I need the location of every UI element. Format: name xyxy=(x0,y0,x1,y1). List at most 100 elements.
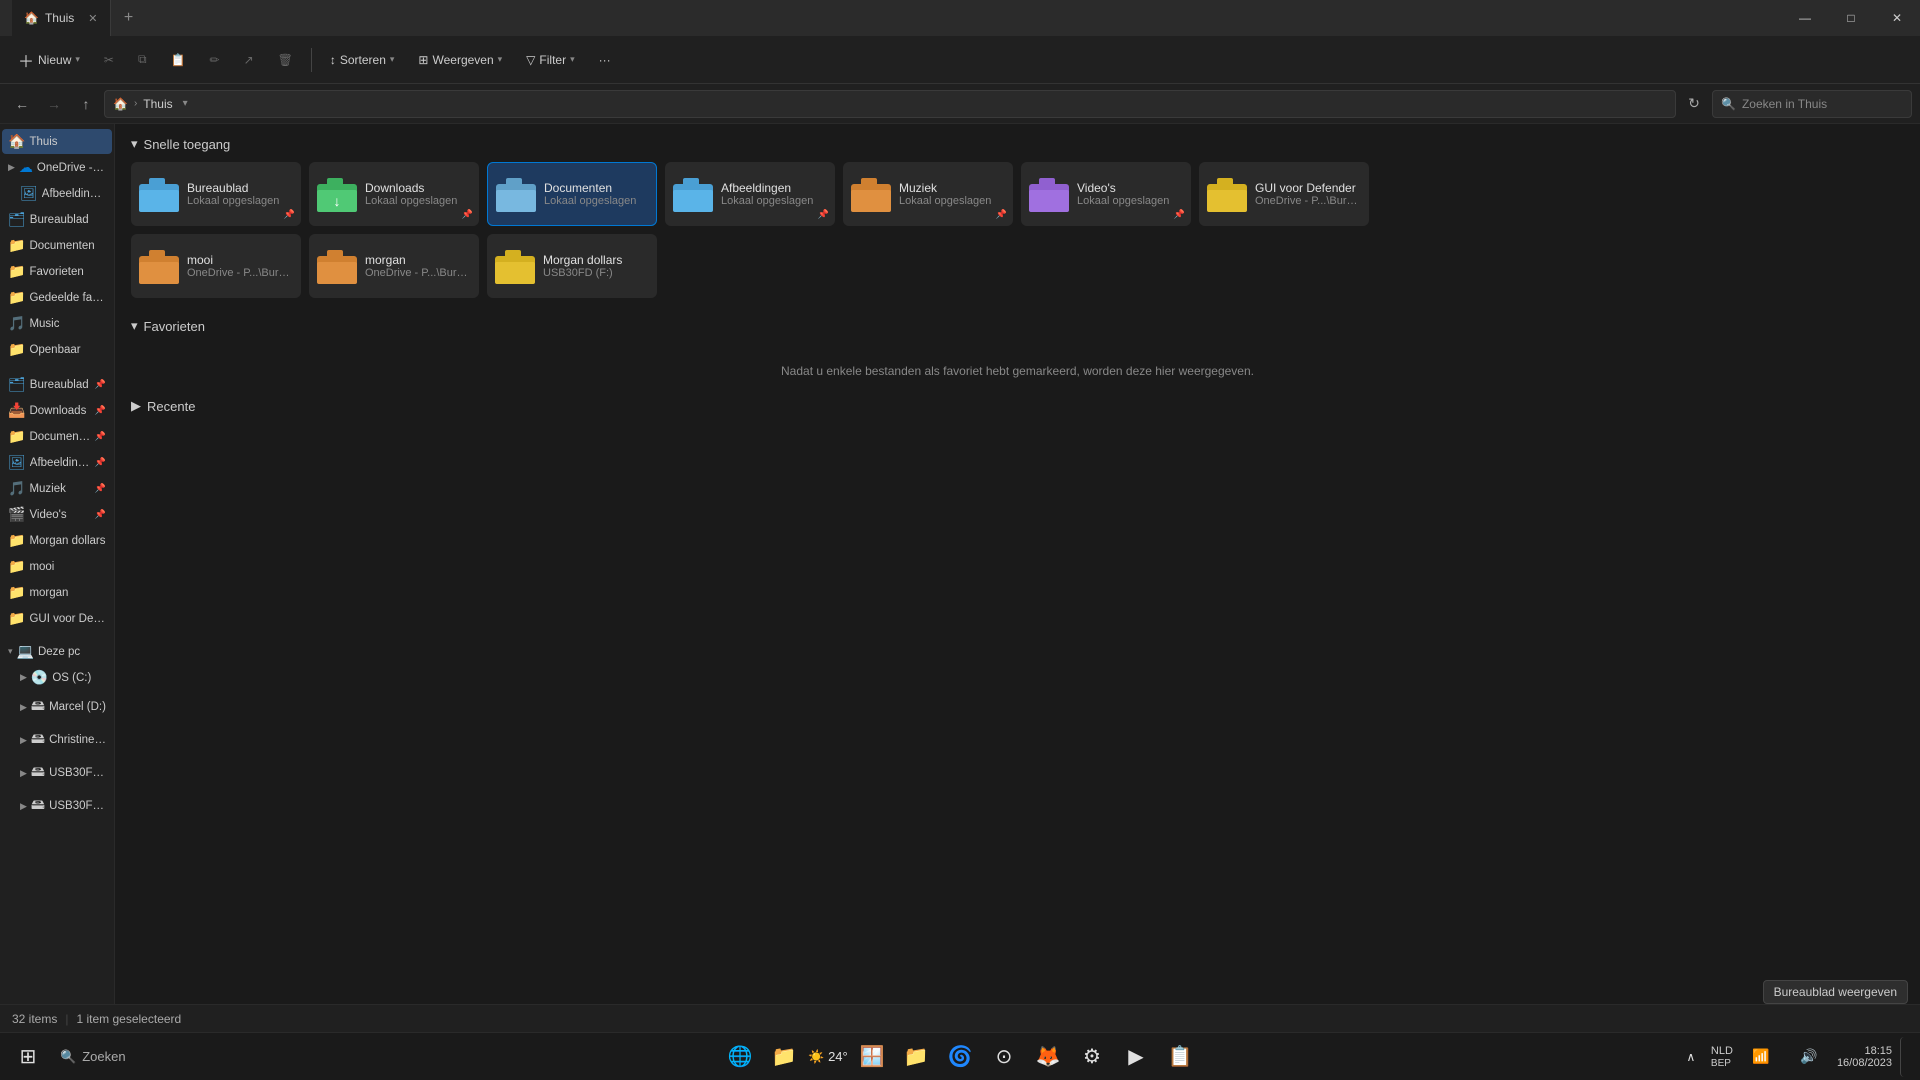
folder-icon: 🗂 xyxy=(8,211,26,228)
sidebar-item-documenten-main[interactable]: 📁 Documenten xyxy=(2,233,112,258)
rename-button[interactable]: ✏ xyxy=(200,49,230,71)
folder-tile-mooi[interactable]: mooi OneDrive - P...\Bureaublad xyxy=(131,234,301,298)
folder-tile-morgan[interactable]: morgan OneDrive - P...\Bureaublad xyxy=(309,234,479,298)
folder-tile-afbeeldingen[interactable]: Afbeeldingen Lokaal opgeslagen 📌 xyxy=(665,162,835,226)
taskbar-app-chrome[interactable]: ⊙ xyxy=(984,1037,1024,1077)
sidebar-item-muziek-qa[interactable]: 🎵 Muziek 📌 xyxy=(2,476,112,501)
folder-tile-videos[interactable]: Video's Lokaal opgeslagen 📌 xyxy=(1021,162,1191,226)
sidebar-item-videos-qa[interactable]: 🎬 Video's 📌 xyxy=(2,502,112,527)
address-chevron-icon: ▾ xyxy=(183,98,188,109)
paste-button[interactable]: 📋 xyxy=(161,49,196,71)
folder-icon: 📁 xyxy=(8,428,25,445)
tab-close-icon[interactable]: ✕ xyxy=(88,12,97,25)
status-separator: | xyxy=(65,1012,68,1026)
sidebar-item-documenten-qa[interactable]: 📁 Documenten 📌 xyxy=(2,424,112,449)
search-box[interactable]: 🔍 Zoeken in Thuis xyxy=(1712,90,1912,118)
folder-info-gui: GUI voor Defender OneDrive - P...\Bureau… xyxy=(1255,181,1361,207)
taskbar-app-5[interactable]: ▶ xyxy=(1116,1037,1156,1077)
sidebar-item-bureaublad-main[interactable]: 🗂 Bureaublad xyxy=(2,207,112,232)
section-header-snelle-toegang[interactable]: ▾ Snelle toegang xyxy=(131,136,1904,152)
folder-tile-gui[interactable]: GUI voor Defender OneDrive - P...\Bureau… xyxy=(1199,162,1369,226)
start-button[interactable]: ⊞ xyxy=(8,1037,48,1077)
sidebar-item-music[interactable]: 🎵 Music xyxy=(2,311,112,336)
sort-icon: ↕ xyxy=(330,53,336,67)
taskbar-app-2[interactable]: 📁 xyxy=(764,1037,804,1077)
back-button[interactable]: ← xyxy=(8,90,36,118)
folder-icon: 🖼 xyxy=(8,454,26,471)
language-indicator: NLD BEP xyxy=(1711,1045,1733,1069)
sidebar-item-favorieten[interactable]: 📁 Favorieten xyxy=(2,259,112,284)
sidebar-item-downloads-qa[interactable]: 📥 Downloads 📌 xyxy=(2,398,112,423)
tab-thuis[interactable]: 🏠 Thuis ✕ xyxy=(12,0,111,36)
folder-info-morgan: morgan OneDrive - P...\Bureaublad xyxy=(365,253,471,279)
sidebar-item-openbaar[interactable]: 📁 Openbaar xyxy=(2,337,112,362)
folder-name: Video's xyxy=(1077,181,1183,195)
sidebar-item-morgandollars-qa[interactable]: 📁 Morgan dollars xyxy=(2,528,112,553)
taskbar-app-3[interactable]: 🪟 xyxy=(852,1037,892,1077)
cut-button[interactable]: ✂ xyxy=(94,49,124,71)
folder-icon: 🎬 xyxy=(8,506,25,523)
section-header-favorieten[interactable]: ▾ Favorieten xyxy=(131,318,1904,334)
volume-icon[interactable]: 🔊 xyxy=(1789,1037,1829,1077)
up-button[interactable]: ↑ xyxy=(72,90,100,118)
folder-tile-downloads[interactable]: ↓ Downloads Lokaal opgeslagen 📌 xyxy=(309,162,479,226)
sidebar-item-usb1[interactable]: ▶ 🖴 USB30FD (F:) xyxy=(2,757,112,789)
folder-info-downloads: Downloads Lokaal opgeslagen xyxy=(365,181,471,207)
sidebar-item-deze-pc[interactable]: ▾ 💻 Deze pc xyxy=(2,639,112,664)
folder-name: GUI voor Defender xyxy=(1255,181,1361,195)
taskbar-app-weather[interactable]: ☀️ 24° xyxy=(808,1037,848,1077)
chevron-up-icon[interactable]: ∧ xyxy=(1679,1037,1703,1077)
maximize-button[interactable]: □ xyxy=(1828,0,1874,36)
more-button[interactable]: ··· xyxy=(589,49,621,71)
search-button[interactable]: 🔍 Zoeken xyxy=(52,1037,172,1077)
sidebar-item-marcel[interactable]: ▶ 🖴 Marcel (D:) xyxy=(2,691,112,723)
minimize-button[interactable]: — xyxy=(1782,0,1828,36)
pin-icon: 📌 xyxy=(95,457,106,468)
sidebar-item-bureaublad-qa[interactable]: 🗂 Bureaublad 📌 xyxy=(2,372,112,397)
taskbar-app-1[interactable]: 🌐 xyxy=(720,1037,760,1077)
sidebar-item-gui-qa[interactable]: 📁 GUI voor Defenc... xyxy=(2,606,112,631)
sidebar-item-gedeelde[interactable]: 📁 Gedeelde favo... xyxy=(2,285,112,310)
folder-icon: 📁 xyxy=(8,558,25,575)
taskbar-app-firefox[interactable]: 🦊 xyxy=(1028,1037,1068,1077)
sidebar-item-morgan-qa[interactable]: 📁 morgan xyxy=(2,580,112,605)
view-button[interactable]: ⊞ Weergeven ▾ xyxy=(408,49,512,71)
filter-button[interactable]: ▽ Filter ▾ xyxy=(516,49,584,71)
section-header-recente[interactable]: ▶ Recente xyxy=(131,398,1904,414)
folder-tile-bureaublad[interactable]: Bureaublad Lokaal opgeslagen 📌 xyxy=(131,162,301,226)
folder-sub: USB30FD (F:) xyxy=(543,267,649,279)
address-bar[interactable]: 🏠 › Thuis ▾ xyxy=(104,90,1676,118)
sidebar-item-onedrive[interactable]: ▶ ☁ OneDrive - Pers... xyxy=(2,155,112,180)
date-display: 16/08/2023 xyxy=(1837,1057,1892,1069)
sidebar-item-osc[interactable]: ▶ 💿 OS (C:) xyxy=(2,665,112,690)
sort-button[interactable]: ↕ Sorteren ▾ xyxy=(320,49,405,71)
folder-tile-muziek[interactable]: Muziek Lokaal opgeslagen 📌 xyxy=(843,162,1013,226)
share-button[interactable]: ↗ xyxy=(234,49,264,71)
new-button[interactable]: ＋ Nieuw ▾ xyxy=(8,44,90,76)
sidebar-item-christine[interactable]: ▶ 🖴 Christine (E:) xyxy=(2,724,112,756)
content-area: ▾ Snelle toegang Bureaublad Lokaal opges… xyxy=(115,124,1920,1004)
toolbar: ＋ Nieuw ▾ ✂ ⧉ 📋 ✏ ↗ 🗑 ↕ Sorteren ▾ ⊞ Wee… xyxy=(0,36,1920,84)
folder-tile-morgan-dollars[interactable]: Morgan dollars USB30FD (F:) xyxy=(487,234,657,298)
taskbar-app-4[interactable]: 📁 xyxy=(896,1037,936,1077)
copy-button[interactable]: ⧉ xyxy=(128,48,157,71)
delete-button[interactable]: 🗑 xyxy=(268,49,303,71)
sidebar-item-afbeeldingen[interactable]: 🖼 Afbeeldingen xyxy=(2,181,112,206)
add-tab-button[interactable]: + xyxy=(111,0,147,36)
sidebar-item-usb2[interactable]: ▶ 🖴 USB30FD (F:) xyxy=(2,790,112,822)
forward-button[interactable]: → xyxy=(40,90,68,118)
sidebar-item-mooi-qa[interactable]: 📁 mooi xyxy=(2,554,112,579)
close-button[interactable]: ✕ xyxy=(1874,0,1920,36)
taskbar-app-edge[interactable]: 🌀 xyxy=(940,1037,980,1077)
taskbar-app-6[interactable]: 📋 xyxy=(1160,1037,1200,1077)
wifi-icon[interactable]: 📶 xyxy=(1741,1037,1781,1077)
taskbar-app-settings[interactable]: ⚙ xyxy=(1072,1037,1112,1077)
folder-tile-documenten[interactable]: Documenten Lokaal opgeslagen xyxy=(487,162,657,226)
folder-thumb-videos xyxy=(1029,174,1069,214)
status-selected: 1 item geselecteerd xyxy=(76,1012,181,1026)
clock[interactable]: 18:15 16/08/2023 xyxy=(1837,1045,1892,1069)
refresh-button[interactable]: ↻ xyxy=(1680,90,1708,118)
sidebar-item-afbeeldingen-qa[interactable]: 🖼 Afbeeldinger 📌 xyxy=(2,450,112,475)
show-desktop-button[interactable] xyxy=(1900,1037,1908,1077)
sidebar-item-home[interactable]: 🏠 Thuis xyxy=(2,129,112,154)
